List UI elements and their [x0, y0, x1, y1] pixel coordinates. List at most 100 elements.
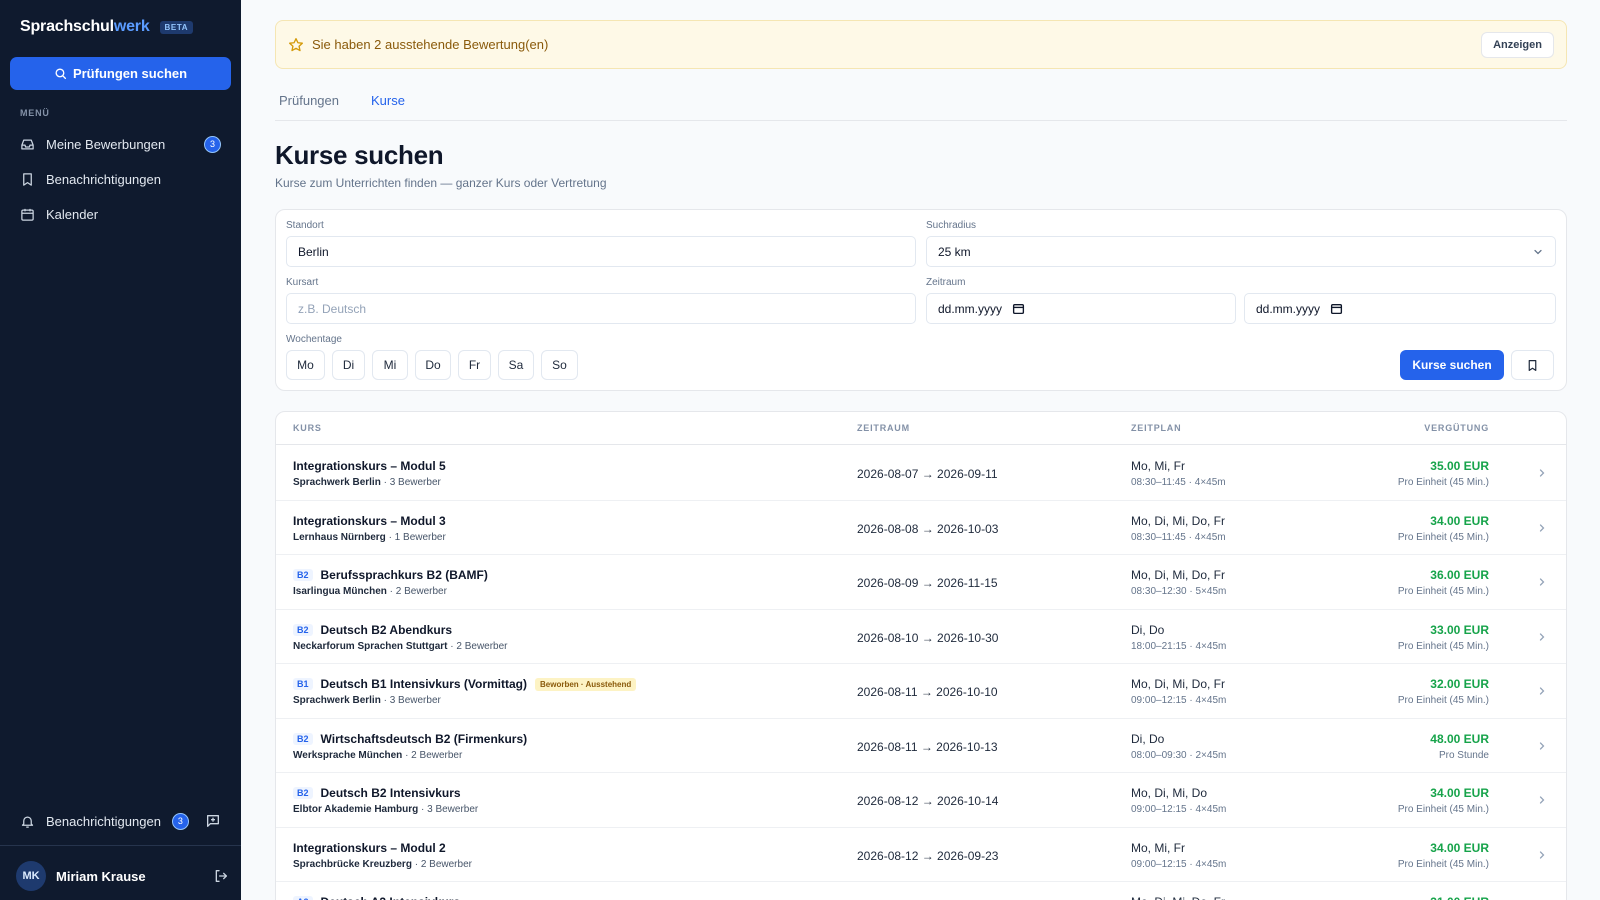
weekdays-label: Wochentage [286, 334, 342, 345]
location-input[interactable]: Berlin [286, 236, 916, 267]
main-content: Sie haben 2 ausstehende Bewertung(en) An… [241, 0, 1600, 900]
table-row[interactable]: B2 Berufssprachkurs B2 (BAMF) Isarlingua M… [276, 555, 1566, 610]
pending-reviews-banner: Sie haben 2 ausstehende Bewertung(en) An… [275, 20, 1567, 69]
date-to-input[interactable]: dd.mm.yyyy [1244, 293, 1556, 324]
price-unit: Pro Einheit (45 Min.) [1397, 640, 1489, 652]
course-weekdays: Mo, Di, Mi, Do, Fr [1131, 513, 1226, 528]
course-title-cell: B1 Deutsch B1 Intensivkurs (Vormittag) Bew… [293, 677, 637, 691]
institution-name: Werksprache München [293, 749, 403, 761]
course-weekdays: Mo, Mi, Fr [1131, 459, 1185, 473]
course-meta: Lernhaus Nürnberg · 1 Bewerber [293, 532, 446, 543]
bookmark-icon [1528, 359, 1537, 371]
table-row[interactable]: B2 Wirtschaftsdeutsch B2 (Firmenkurs) Werk… [276, 719, 1566, 773]
course-time: 09:00–12:15 · 4×45m [1131, 695, 1227, 706]
course-name: Deutsch B2 Intensivkurs [320, 786, 461, 800]
level-badge: B2 [293, 623, 313, 636]
courses-table: KURS ZEITRAUM ZEITPLAN VERGÜTUNG Integra… [275, 411, 1567, 900]
course-time: 18:00–21:15 · 4×45m [1131, 640, 1227, 652]
weekday-so[interactable]: So [541, 350, 578, 380]
chevron-right-icon[interactable] [1536, 684, 1548, 702]
save-search-button[interactable] [1511, 350, 1554, 380]
weekday-mo[interactable]: Mo [286, 350, 325, 380]
chevron-right-icon[interactable] [1536, 630, 1548, 648]
table-row[interactable]: Integrationskurs – Modul 2 Sprachbrücke K… [276, 828, 1566, 882]
level-badge: B2 [293, 569, 313, 581]
brand: Sprachschulwerk BETA [20, 18, 194, 36]
sidebar-item-notifications[interactable]: Benachrichtigungen [10, 163, 231, 195]
course-title-cell: Integrationskurs – Modul 2 [293, 841, 446, 855]
course-meta: Werksprache München · 2 Bewerber [293, 750, 462, 761]
menu-section-label: MENÜ [20, 108, 50, 118]
sidebar-item-applications[interactable]: Meine Bewerbungen 3 [10, 128, 231, 160]
table-row[interactable]: B2 Deutsch B2 Intensivkurs Elbtor Akademie… [276, 773, 1566, 828]
table-row[interactable]: B1 Deutsch B1 Intensivkurs (Vormittag) Bew… [276, 664, 1566, 719]
tab-courses[interactable]: Kurse [367, 88, 409, 120]
sidebar-notifications[interactable]: Benachrichtigungen 3 [10, 805, 231, 837]
user-name: Miriam Krause [56, 868, 146, 884]
calendar-picker-icon[interactable] [1012, 302, 1025, 315]
course-meta: Neckarforum Sprachen Stuttgart · 2 Bewer… [293, 641, 508, 652]
brand-logo[interactable]: Sprachschulwerk [20, 18, 150, 36]
column-header-schedule: ZEITPLAN [1131, 423, 1182, 433]
chevron-right-icon[interactable] [1536, 575, 1548, 593]
applicant-count: · 2 Bewerber [386, 586, 447, 597]
price-unit: Pro Einheit (45 Min.) [1397, 695, 1489, 706]
course-name: Wirtschaftsdeutsch B2 (Firmenkurs) [320, 731, 528, 746]
course-price: 32.00 EUR [1430, 677, 1489, 691]
course-period: 2026-08-10 → 2026-10-30 [857, 630, 999, 645]
weekday-sa[interactable]: Sa [498, 350, 534, 380]
course-price: 34.00 EUR [1430, 513, 1489, 528]
chevron-right-icon[interactable] [1536, 521, 1548, 539]
price-unit: Pro Stunde [1438, 749, 1489, 761]
price-unit: Pro Einheit (45 Min.) [1397, 477, 1489, 488]
table-row[interactable]: A2Deutsch A2 Intensivkurs2026-08-13 → 20… [276, 882, 1566, 900]
sidebar-item-calendar[interactable]: Kalender [10, 198, 231, 230]
level-badge: B2 [293, 732, 313, 745]
applicant-count: · 1 Bewerber [385, 531, 446, 543]
course-title-cell: Integrationskurs – Modul 3 [293, 514, 446, 528]
search-exams-button[interactable]: Prüfungen suchen [10, 57, 231, 90]
chevron-right-icon[interactable] [1536, 793, 1548, 811]
course-title-cell: A2 Deutsch A2 Intensivkurs [293, 895, 460, 900]
course-price: 34.00 EUR [1430, 786, 1489, 800]
price-unit: Pro Einheit (45 Min.) [1397, 804, 1489, 815]
bookmark-icon [23, 172, 32, 186]
applicant-count: · 3 Bewerber [380, 477, 441, 488]
search-courses-button[interactable]: Kurse suchen [1400, 350, 1504, 380]
course-type-input[interactable]: z.B. Deutsch [286, 293, 916, 324]
user-profile[interactable]: MK Miriam Krause [16, 860, 229, 892]
course-period: 2026-08-11 → 2026-10-10 [857, 685, 998, 699]
applicant-count: · 2 Bewerber [447, 640, 508, 652]
period-label: Zeitraum [926, 277, 966, 288]
tab-exams[interactable]: Prüfungen [275, 88, 343, 120]
table-row[interactable]: Integrationskurs – Modul 3 Lernhaus Nürnb… [276, 501, 1566, 555]
date-from-input[interactable]: dd.mm.yyyy [926, 293, 1236, 324]
column-header-period: ZEITRAUM [857, 423, 910, 433]
course-name: Deutsch B2 Abendkurs [320, 622, 453, 637]
course-type-label: Kursart [286, 277, 319, 288]
calendar-picker-icon[interactable] [1330, 302, 1343, 315]
feedback-icon[interactable] [205, 813, 221, 829]
radius-label: Suchradius [926, 220, 977, 231]
course-meta: Sprachbrücke Kreuzberg · 2 Bewerber [293, 859, 472, 870]
course-price: 31.00 EUR [1430, 895, 1489, 900]
weekday-fr[interactable]: Fr [458, 350, 491, 380]
weekday-di[interactable]: Di [332, 350, 365, 380]
table-row[interactable]: B2 Deutsch B2 Abendkurs Neckarforum Sprach… [276, 610, 1566, 664]
course-weekdays: Mo, Di, Mi, Do, Fr [1131, 895, 1225, 900]
course-price: 34.00 EUR [1430, 840, 1489, 855]
show-reviews-button[interactable]: Anzeigen [1481, 31, 1554, 58]
sidebar-item-label: Kalender [46, 206, 99, 222]
logout-icon[interactable] [213, 868, 229, 884]
application-status-badge: Beworben · Ausstehend [535, 677, 637, 691]
chevron-right-icon[interactable] [1536, 466, 1548, 484]
avatar: MK [16, 861, 46, 891]
chevron-right-icon[interactable] [1536, 739, 1548, 757]
table-row[interactable]: Integrationskurs – Modul 5 Sprachwerk Ber… [276, 446, 1566, 501]
course-period: 2026-08-12 → 2026-10-14 [857, 794, 999, 808]
weekday-do[interactable]: Do [415, 350, 451, 380]
radius-select[interactable]: 25 km [926, 236, 1556, 267]
chevron-right-icon[interactable] [1536, 848, 1548, 866]
level-badge: B1 [293, 678, 313, 690]
weekday-mi[interactable]: Mi [372, 350, 408, 380]
